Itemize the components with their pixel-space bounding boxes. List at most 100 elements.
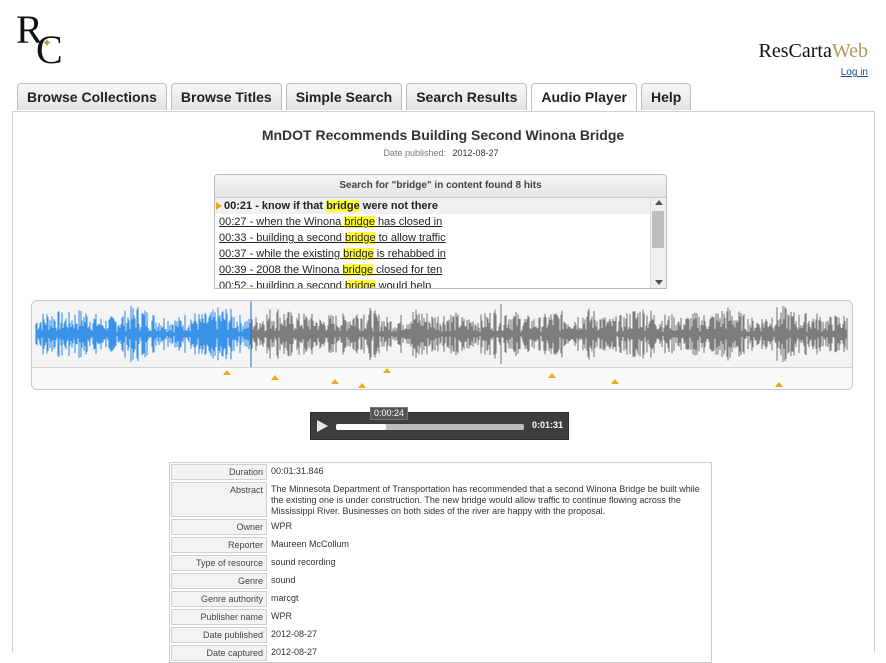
hit-marker[interactable]: [383, 368, 392, 373]
hit-prefix: 00:21 - know if that: [224, 200, 327, 212]
search-hit[interactable]: 00:27 - when the Winona bridge has close…: [215, 214, 651, 230]
scroll-thumb[interactable]: [652, 211, 664, 248]
hit-marker[interactable]: [775, 382, 784, 387]
metadata-value: WPR: [271, 521, 292, 531]
tab-audio-player[interactable]: Audio Player: [531, 83, 637, 112]
hit-highlight: bridge: [344, 216, 375, 228]
metadata-key: Abstract: [171, 482, 267, 517]
hit-highlight: bridge: [342, 264, 374, 276]
metadata-row: Publisher name WPR: [170, 608, 711, 626]
metadata-value: 00:01:31.846: [271, 466, 324, 476]
search-hit[interactable]: 00:39 - 2008 the Winona bridge closed fo…: [215, 262, 651, 278]
hit-prefix: 00:37 - while the existing: [219, 248, 344, 260]
metadata-key: Date published: [171, 627, 267, 643]
hit-suffix: were not there: [359, 200, 438, 212]
hit-suffix: would help: [375, 280, 432, 288]
hit-highlight: bridge: [344, 280, 376, 288]
metadata-table: Duration 00:01:31.846 Abstract The Minnesot…: [169, 462, 712, 663]
waveform-panel[interactable]: [31, 300, 853, 390]
hit-suffix: closed for ten: [373, 264, 443, 276]
metadata-row: Type of resource sound recording: [170, 554, 711, 572]
hit-highlight: bridge: [343, 248, 374, 260]
search-hit[interactable]: 00:33 - building a second bridge to allo…: [215, 230, 651, 246]
metadata-row: Genre sound: [170, 572, 711, 590]
metadata-row: Abstract The Minnesota Department of Tran…: [170, 481, 711, 518]
metadata-value: The Minnesota Department of Transportati…: [271, 484, 700, 516]
hit-marker[interactable]: [547, 373, 556, 378]
metadata-key: Duration: [171, 464, 267, 480]
rescartaweb-logo: ResCartaWeb: [759, 40, 868, 63]
hit-suffix: has closed in: [374, 216, 443, 228]
metadata-row: Date captured 2012-08-27: [170, 644, 711, 662]
brand-suffix: Web: [831, 40, 868, 62]
hit-marker[interactable]: [611, 379, 620, 384]
metadata-key: Genre authority: [171, 591, 267, 607]
search-hit[interactable]: 00:37 - while the existing bridge is reh…: [215, 246, 651, 262]
publish-date-value: 2012-08-27: [452, 148, 499, 158]
hit-prefix: 00:27 - when the Winona: [219, 216, 345, 228]
metadata-row: Duration 00:01:31.846: [170, 463, 711, 481]
metadata-row: Reporter Maureen McCollum: [170, 536, 711, 554]
tab-browse-titles[interactable]: Browse Titles: [170, 83, 282, 110]
hit-prefix: 00:33 - building a second: [219, 232, 345, 244]
publish-date-label: Date published:: [383, 148, 446, 158]
search-hit[interactable]: 00:52 - building a second bridge would h…: [215, 278, 651, 288]
metadata-value: sound: [271, 575, 296, 585]
main-tabs: Browse Collections Browse Titles Simple Se…: [17, 83, 692, 112]
scroll-up-icon[interactable]: [655, 200, 663, 205]
hit-suffix: is rehabbed in: [373, 248, 446, 260]
hit-marker[interactable]: [270, 375, 279, 380]
search-hit[interactable]: 00:21 - know if that bridge were not the…: [215, 198, 651, 214]
seek-progress: [336, 424, 386, 430]
tab-browse-collections[interactable]: Browse Collections: [17, 83, 167, 110]
search-hit-text: 00:39 - 2008 the Winona bridge closed fo…: [219, 264, 442, 276]
metadata-row: Genre authority marcgt: [170, 590, 711, 608]
hit-marker[interactable]: [223, 370, 232, 375]
search-hits-header: Search for "bridge" in content found 8 h…: [215, 175, 666, 198]
current-time-tooltip: 0:00:24: [370, 407, 409, 420]
metadata-key: Publisher name: [171, 609, 267, 625]
waveform[interactable]: [32, 301, 852, 367]
metadata-key: Type of resource: [171, 555, 267, 571]
metadata-key: Date captured: [171, 645, 267, 661]
metadata-key: Reporter: [171, 537, 267, 553]
metadata-key: Owner: [171, 519, 267, 535]
search-hit-text: 00:21 - know if that bridge were not the…: [224, 200, 438, 212]
metadata-row: Date published 2012-08-27: [170, 626, 711, 644]
metadata-row: Owner WPR: [170, 518, 711, 536]
search-hits-list: 00:21 - know if that bridge were not the…: [215, 198, 651, 288]
seek-bar[interactable]: [336, 424, 524, 430]
tab-help[interactable]: Help: [640, 83, 692, 110]
tab-search-results[interactable]: Search Results: [406, 83, 528, 110]
star-icon: ✦: [42, 36, 53, 50]
metadata-value: WPR: [271, 611, 292, 621]
brand-prefix: ResCarta: [758, 40, 832, 62]
login-link[interactable]: Log in: [841, 67, 868, 78]
search-hit-text: 00:37 - while the existing bridge is reh…: [219, 248, 446, 260]
audio-player: 0:00:24 0:01:31: [310, 407, 569, 440]
hits-scrollbar[interactable]: [650, 198, 666, 288]
page-title: MnDOT Recommends Building Second Winona …: [261, 127, 625, 143]
hit-highlight: bridge: [344, 232, 376, 244]
publish-date: Date published: 2012-08-27: [0, 148, 886, 159]
metadata-value: sound recording: [271, 557, 336, 567]
hit-suffix: to allow traffic: [375, 232, 446, 244]
hit-marker[interactable]: [330, 379, 339, 384]
search-hits-panel: Search for "bridge" in content found 8 h…: [214, 174, 667, 289]
metadata-key: Genre: [171, 573, 267, 589]
search-hit-text: 00:27 - when the Winona bridge has close…: [219, 216, 442, 228]
play-icon[interactable]: [317, 420, 328, 432]
hit-highlight: bridge: [326, 200, 360, 212]
tab-simple-search[interactable]: Simple Search: [285, 83, 403, 110]
metadata-value: 2012-08-27: [271, 629, 318, 639]
rc-logo: R C ✦: [14, 6, 70, 72]
metadata-value: 2012-08-27: [271, 647, 318, 657]
metadata-value: Maureen McCollum: [271, 539, 350, 549]
metadata-value: marcgt: [271, 593, 299, 603]
duration-label: 0:01:31: [531, 420, 563, 430]
hit-marker[interactable]: [358, 383, 367, 388]
scroll-down-icon[interactable]: [655, 280, 663, 285]
search-hit-text: 00:52 - building a second bridge would h…: [219, 280, 431, 288]
search-hit-text: 00:33 - building a second bridge to allo…: [219, 232, 446, 244]
hit-marker-track: [32, 367, 852, 389]
